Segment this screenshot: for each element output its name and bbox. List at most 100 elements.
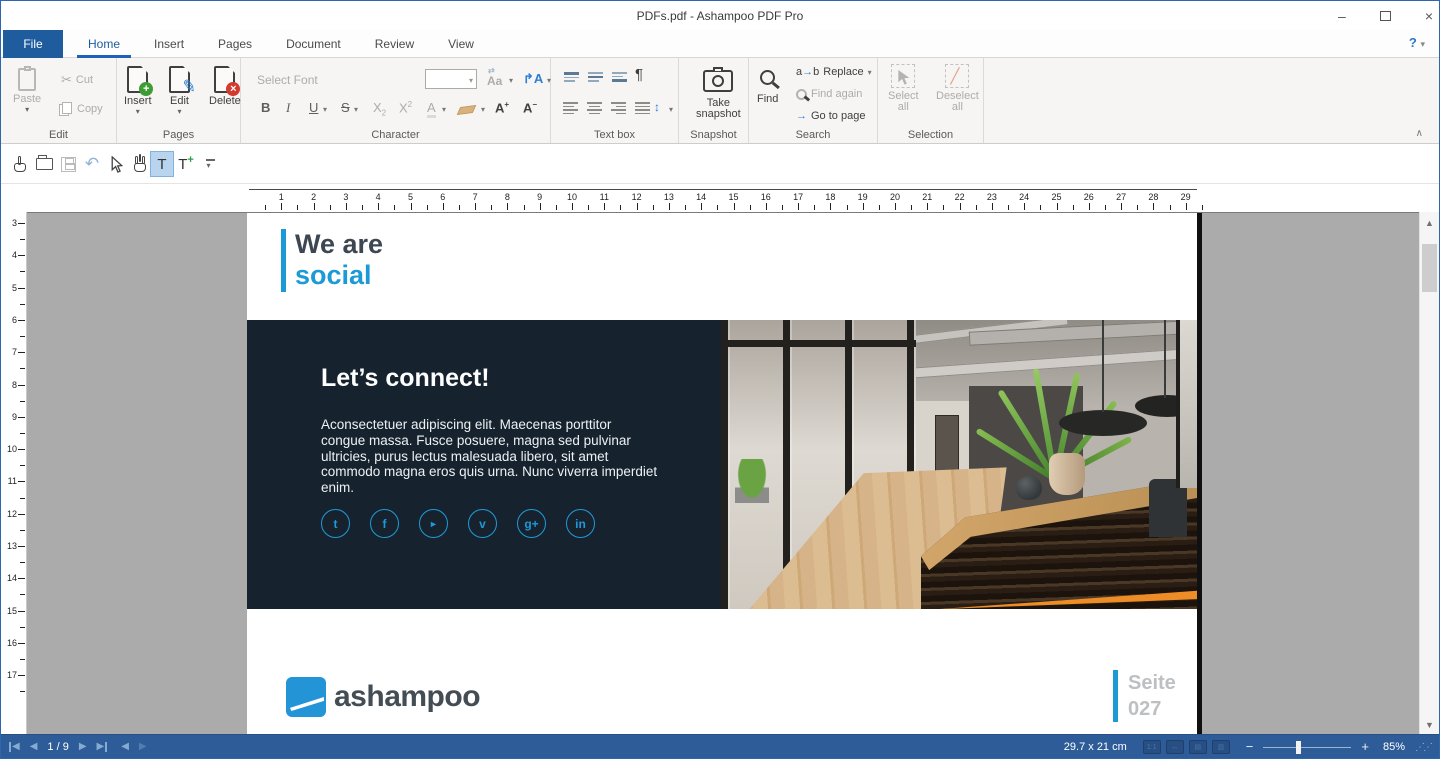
- chevron-down-icon[interactable]: ▾: [669, 105, 673, 114]
- actual-size-button[interactable]: 1:1: [1143, 740, 1161, 754]
- minimize-button[interactable]: –: [1338, 9, 1346, 23]
- shrink-font-button[interactable]: A−: [523, 100, 537, 115]
- insert-page-button[interactable]: + Insert ▾: [124, 66, 152, 115]
- tab-home[interactable]: Home: [71, 30, 137, 58]
- help-icon: ?: [1409, 35, 1417, 50]
- first-page-button[interactable]: ◀: [9, 742, 20, 752]
- align-center-icon[interactable]: [587, 102, 602, 114]
- h-ruler-tick: [927, 203, 928, 210]
- tab-insert[interactable]: Insert: [137, 30, 201, 58]
- text-select-tool[interactable]: T: [151, 152, 173, 176]
- replace-button[interactable]: a→b Replace ▾: [796, 66, 872, 78]
- superscript-button[interactable]: X2: [399, 100, 412, 115]
- go-to-page-button[interactable]: → Go to page: [796, 110, 865, 122]
- tab-review[interactable]: Review: [358, 30, 431, 58]
- last-page-button[interactable]: ▶: [97, 742, 108, 752]
- history-forward-button[interactable]: ▶: [139, 742, 147, 752]
- v-ruler-minor-tick: [20, 433, 25, 434]
- h-ruler-number: 11: [600, 192, 609, 202]
- close-button[interactable]: ×: [1425, 9, 1433, 23]
- select-tool[interactable]: [105, 152, 127, 176]
- window-controls: – ×: [1338, 1, 1433, 30]
- facing-pages-button[interactable]: ▥: [1212, 740, 1230, 754]
- save-file-button[interactable]: [57, 152, 79, 176]
- resize-grip-icon[interactable]: ⋰⋰: [1415, 742, 1431, 753]
- chevron-down-icon[interactable]: ▾: [354, 105, 358, 114]
- fit-width-button[interactable]: ↔: [1166, 740, 1184, 754]
- highlighter-icon[interactable]: [457, 105, 477, 115]
- chevron-down-icon[interactable]: ▾: [442, 105, 446, 114]
- align-left-icon[interactable]: [563, 102, 578, 114]
- change-case-button[interactable]: ⇄Aa: [487, 74, 502, 88]
- text-direction-button[interactable]: ↱A: [523, 71, 543, 87]
- font-color-button[interactable]: A: [427, 100, 436, 118]
- strikethrough-button[interactable]: S: [341, 100, 350, 115]
- edit-page-button[interactable]: ✎ Edit ▾: [169, 66, 190, 115]
- align-right-icon[interactable]: [611, 102, 626, 114]
- paste-button[interactable]: Paste ▾: [13, 68, 41, 113]
- single-page-button[interactable]: ▤: [1189, 740, 1207, 754]
- chevron-down-icon[interactable]: ▾: [509, 76, 513, 85]
- delete-page-button[interactable]: × Delete: [209, 66, 241, 107]
- scroll-down-icon[interactable]: ▼: [1420, 720, 1439, 730]
- pdf-page[interactable]: We are social Let’s connect! Aconsectetu…: [247, 213, 1197, 736]
- collapse-ribbon-button[interactable]: ∧: [1416, 128, 1423, 139]
- tab-file[interactable]: File: [3, 30, 63, 58]
- h-ruler-tick: [1089, 203, 1090, 210]
- tab-pages[interactable]: Pages: [201, 30, 269, 58]
- tab-document[interactable]: Document: [269, 30, 358, 58]
- undo-button[interactable]: ↶: [81, 152, 103, 176]
- subscript-button[interactable]: X2: [373, 100, 386, 118]
- maximize-button[interactable]: [1380, 11, 1391, 21]
- previous-page-button[interactable]: ◀: [30, 742, 38, 752]
- zoom-slider-thumb[interactable]: [1296, 741, 1301, 754]
- v-ruler-number: 11: [8, 476, 17, 486]
- open-file-button[interactable]: [33, 152, 55, 176]
- h-ruler-tick: [314, 203, 315, 210]
- scroll-up-icon[interactable]: ▲: [1420, 218, 1439, 228]
- find-again-button[interactable]: Find again: [796, 88, 862, 100]
- select-all-button[interactable]: Select all: [888, 64, 919, 113]
- font-name-combo[interactable]: Select Font: [257, 73, 318, 87]
- photo-lamp-cord: [1102, 320, 1104, 412]
- chevron-down-icon[interactable]: ▾: [323, 105, 327, 114]
- tab-view[interactable]: View: [431, 30, 491, 58]
- h-ruler-minor-tick: [1008, 205, 1009, 210]
- history-back-button[interactable]: ◀: [121, 742, 129, 752]
- hand-link-tool[interactable]: [9, 152, 31, 176]
- align-top-icon[interactable]: [564, 72, 579, 82]
- h-ruler-number: 21: [922, 192, 932, 202]
- bold-button[interactable]: B: [261, 100, 270, 115]
- cut-button[interactable]: ✂ Cut: [61, 72, 93, 88]
- copy-button[interactable]: Copy: [59, 102, 103, 116]
- find-button[interactable]: Find: [757, 70, 778, 105]
- italic-button[interactable]: I: [286, 100, 290, 116]
- help-button[interactable]: ? ▾: [1409, 35, 1425, 50]
- next-page-button[interactable]: ▶: [79, 742, 87, 752]
- line-spacing-icon[interactable]: ↕: [654, 100, 660, 114]
- chevron-down-icon[interactable]: ▾: [481, 105, 485, 114]
- pilcrow-icon[interactable]: ¶: [635, 66, 643, 83]
- vertical-scrollbar[interactable]: ▲ ▼: [1419, 212, 1439, 736]
- scrollbar-thumb[interactable]: [1422, 244, 1437, 292]
- h-ruler-number: 25: [1051, 192, 1061, 202]
- align-justify-icon[interactable]: [635, 102, 650, 114]
- font-size-combo[interactable]: ▾: [425, 69, 477, 89]
- zoom-in-button[interactable]: +: [1361, 741, 1369, 753]
- deselect-all-button[interactable]: ╱ Deselect all: [936, 64, 979, 113]
- take-snapshot-button[interactable]: Take snapshot: [696, 70, 741, 120]
- h-ruler-number: 14: [696, 192, 706, 202]
- add-text-tool[interactable]: T+: [175, 152, 197, 176]
- h-ruler-tick: [604, 203, 605, 210]
- zoom-out-button[interactable]: −: [1246, 741, 1254, 753]
- toolbar-options-button[interactable]: [199, 152, 221, 176]
- grow-font-button[interactable]: A+: [495, 100, 509, 115]
- ribbon-tab-row: File Home Insert Pages Document Review V…: [1, 30, 1439, 58]
- align-bottom-icon[interactable]: [612, 72, 627, 82]
- workspace[interactable]: We are social Let’s connect! Aconsectetu…: [27, 212, 1421, 736]
- zoom-slider[interactable]: [1263, 741, 1351, 754]
- align-middle-icon[interactable]: [588, 72, 603, 82]
- underline-button[interactable]: U: [309, 100, 318, 115]
- v-ruler-number: 9: [12, 412, 17, 422]
- pan-tool[interactable]: [129, 152, 151, 176]
